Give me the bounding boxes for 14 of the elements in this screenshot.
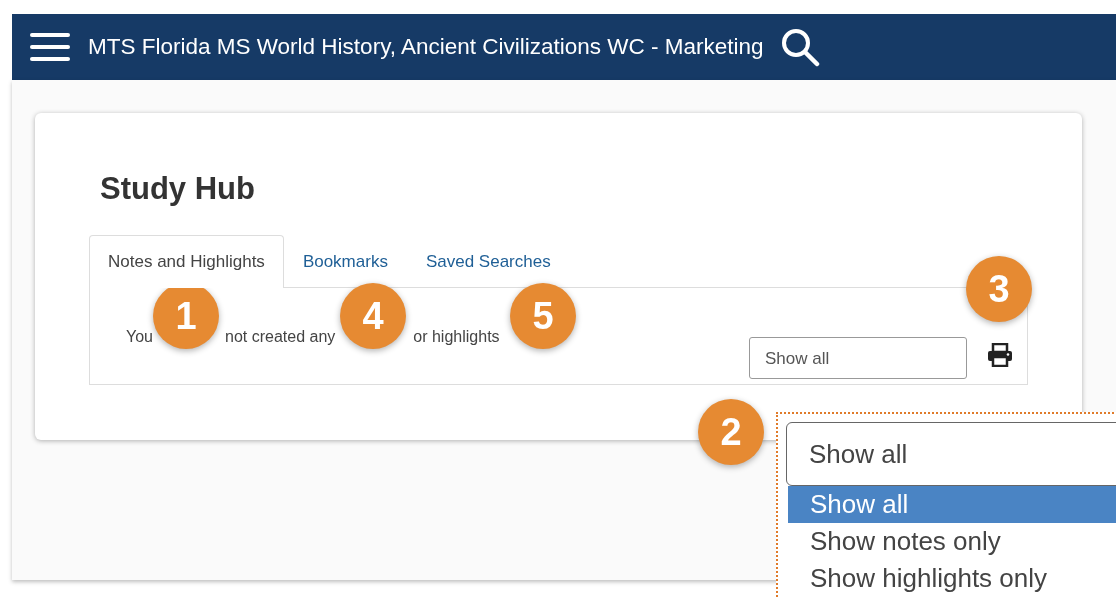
dropdown-option[interactable]: Show notes only [788, 523, 1116, 560]
empty-message: You [126, 328, 153, 346]
page-title: Study Hub [100, 171, 256, 207]
empty-message: or highlights [413, 328, 500, 346]
course-title: MTS Florida MS World History, Ancient Civilizations WC - Marketing [88, 34, 764, 60]
empty-message: not created any [225, 328, 336, 346]
filter-select[interactable]: Show all [786, 422, 1116, 486]
menu-icon[interactable] [30, 31, 70, 63]
printer-icon[interactable] [987, 343, 1013, 367]
filter-select[interactable]: Show all [749, 337, 967, 379]
tab[interactable]: Notes and Highlights [89, 235, 284, 288]
search-icon[interactable] [779, 27, 820, 67]
dropdown-option[interactable]: Show all [788, 486, 1116, 523]
dropdown-option[interactable]: Show highlights only [788, 560, 1116, 597]
